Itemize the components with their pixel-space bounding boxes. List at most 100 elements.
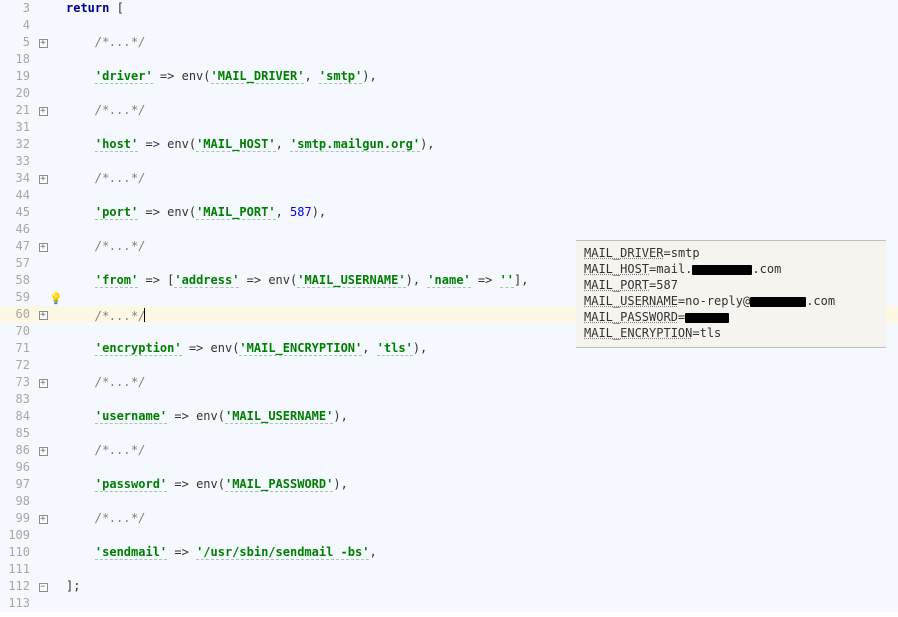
- code-content[interactable]: 'sendmail' => '/usr/sbin/sendmail -bs',: [64, 544, 377, 561]
- code-content[interactable]: /*...*/: [64, 374, 145, 391]
- code-line[interactable]: 97 'password' => env('MAIL_PASSWORD'),: [0, 476, 898, 493]
- code-content[interactable]: 'port' => env('MAIL_PORT', 587),: [64, 204, 326, 221]
- code-line[interactable]: 45 'port' => env('MAIL_PORT', 587),: [0, 204, 898, 221]
- fold-gutter[interactable]: +: [36, 374, 50, 391]
- code-content[interactable]: [64, 187, 66, 204]
- code-line[interactable]: 99+ /*...*/: [0, 510, 898, 527]
- code-content[interactable]: [64, 527, 66, 544]
- code-line[interactable]: 85: [0, 425, 898, 442]
- code-content[interactable]: [64, 459, 66, 476]
- fold-expand-icon[interactable]: +: [39, 175, 48, 184]
- code-content[interactable]: [64, 425, 66, 442]
- code-line[interactable]: 110 'sendmail' => '/usr/sbin/sendmail -b…: [0, 544, 898, 561]
- fold-expand-icon[interactable]: +: [39, 311, 48, 320]
- fold-gutter[interactable]: +: [36, 442, 50, 459]
- fold-gutter[interactable]: +: [36, 510, 50, 527]
- line-number: 70: [0, 323, 36, 340]
- code-line[interactable]: 111: [0, 561, 898, 578]
- code-content[interactable]: 'username' => env('MAIL_USERNAME'),: [64, 408, 348, 425]
- code-content[interactable]: [64, 289, 66, 306]
- code-line[interactable]: 84 'username' => env('MAIL_USERNAME'),: [0, 408, 898, 425]
- fold-expand-icon[interactable]: +: [39, 243, 48, 252]
- line-number: 18: [0, 51, 36, 68]
- fold-expand-icon[interactable]: +: [39, 447, 48, 456]
- code-content[interactable]: [64, 17, 66, 34]
- fold-expand-icon[interactable]: +: [39, 107, 48, 116]
- line-number: 113: [0, 595, 36, 612]
- code-content[interactable]: [64, 357, 66, 374]
- code-line[interactable]: 33: [0, 153, 898, 170]
- fold-gutter[interactable]: +: [36, 102, 50, 119]
- code-content[interactable]: ];: [64, 578, 80, 595]
- marks-gutter: 💡: [50, 289, 64, 306]
- code-content[interactable]: [64, 255, 66, 272]
- fold-expand-icon[interactable]: +: [39, 39, 48, 48]
- code-content[interactable]: /*...*/: [64, 306, 145, 323]
- code-line[interactable]: 3return [: [0, 0, 898, 17]
- code-content[interactable]: [64, 51, 66, 68]
- code-content[interactable]: [64, 391, 66, 408]
- env-key: MAIL_USERNAME: [584, 294, 678, 308]
- code-content[interactable]: /*...*/: [64, 170, 145, 187]
- code-line[interactable]: 96: [0, 459, 898, 476]
- line-number: 33: [0, 153, 36, 170]
- code-content[interactable]: 'driver' => env('MAIL_DRIVER', 'smtp'),: [64, 68, 377, 85]
- code-line[interactable]: 112−];: [0, 578, 898, 595]
- code-content[interactable]: [64, 561, 66, 578]
- fold-collapse-icon[interactable]: −: [39, 583, 48, 592]
- code-content[interactable]: /*...*/: [64, 442, 145, 459]
- code-content[interactable]: [64, 323, 66, 340]
- fold-gutter[interactable]: +: [36, 306, 50, 323]
- code-line[interactable]: 34+ /*...*/: [0, 170, 898, 187]
- code-line[interactable]: 19 'driver' => env('MAIL_DRIVER', 'smtp'…: [0, 68, 898, 85]
- fold-gutter[interactable]: +: [36, 34, 50, 51]
- code-content[interactable]: 'from' => ['address' => env('MAIL_USERNA…: [64, 272, 528, 289]
- marks-gutter: [50, 374, 64, 391]
- code-content[interactable]: [64, 119, 66, 136]
- code-content[interactable]: 'password' => env('MAIL_PASSWORD'),: [64, 476, 348, 493]
- code-line[interactable]: 21+ /*...*/: [0, 102, 898, 119]
- code-content[interactable]: /*...*/: [64, 34, 145, 51]
- env-row: MAIL_ENCRYPTION=tls: [584, 325, 878, 341]
- code-line[interactable]: 109: [0, 527, 898, 544]
- code-line[interactable]: 44: [0, 187, 898, 204]
- code-content[interactable]: [64, 595, 66, 612]
- code-line[interactable]: 73+ /*...*/: [0, 374, 898, 391]
- code-content[interactable]: [64, 493, 66, 510]
- code-line[interactable]: 4: [0, 17, 898, 34]
- code-line[interactable]: 72: [0, 357, 898, 374]
- line-number: 4: [0, 17, 36, 34]
- code-line[interactable]: 98: [0, 493, 898, 510]
- code-content[interactable]: /*...*/: [64, 102, 145, 119]
- code-line[interactable]: 113: [0, 595, 898, 612]
- lightbulb-icon[interactable]: 💡: [49, 292, 63, 305]
- code-content[interactable]: /*...*/: [64, 510, 145, 527]
- code-line[interactable]: 20: [0, 85, 898, 102]
- token-str: 'MAIL_USERNAME': [225, 409, 333, 424]
- token-punc: env(: [211, 341, 240, 355]
- fold-gutter[interactable]: +: [36, 238, 50, 255]
- marks-gutter: [50, 357, 64, 374]
- line-number: 20: [0, 85, 36, 102]
- code-content[interactable]: return [: [64, 0, 124, 17]
- code-content[interactable]: 'encryption' => env('MAIL_ENCRYPTION', '…: [64, 340, 427, 357]
- code-line[interactable]: 86+ /*...*/: [0, 442, 898, 459]
- fold-gutter[interactable]: −: [36, 578, 50, 595]
- code-line[interactable]: 5+ /*...*/: [0, 34, 898, 51]
- code-line[interactable]: 31: [0, 119, 898, 136]
- fold-gutter: [36, 408, 50, 425]
- token-punc: ,: [369, 545, 376, 559]
- code-content[interactable]: [64, 221, 66, 238]
- code-line[interactable]: 46: [0, 221, 898, 238]
- code-content[interactable]: [64, 153, 66, 170]
- code-content[interactable]: 'host' => env('MAIL_HOST', 'smtp.mailgun…: [64, 136, 435, 153]
- code-line[interactable]: 18: [0, 51, 898, 68]
- fold-gutter[interactable]: +: [36, 170, 50, 187]
- code-content[interactable]: /*...*/: [64, 238, 145, 255]
- code-content[interactable]: [64, 85, 66, 102]
- code-line[interactable]: 32 'host' => env('MAIL_HOST', 'smtp.mail…: [0, 136, 898, 153]
- fold-expand-icon[interactable]: +: [39, 515, 48, 524]
- fold-expand-icon[interactable]: +: [39, 379, 48, 388]
- env-value: mail.: [656, 262, 692, 276]
- code-line[interactable]: 83: [0, 391, 898, 408]
